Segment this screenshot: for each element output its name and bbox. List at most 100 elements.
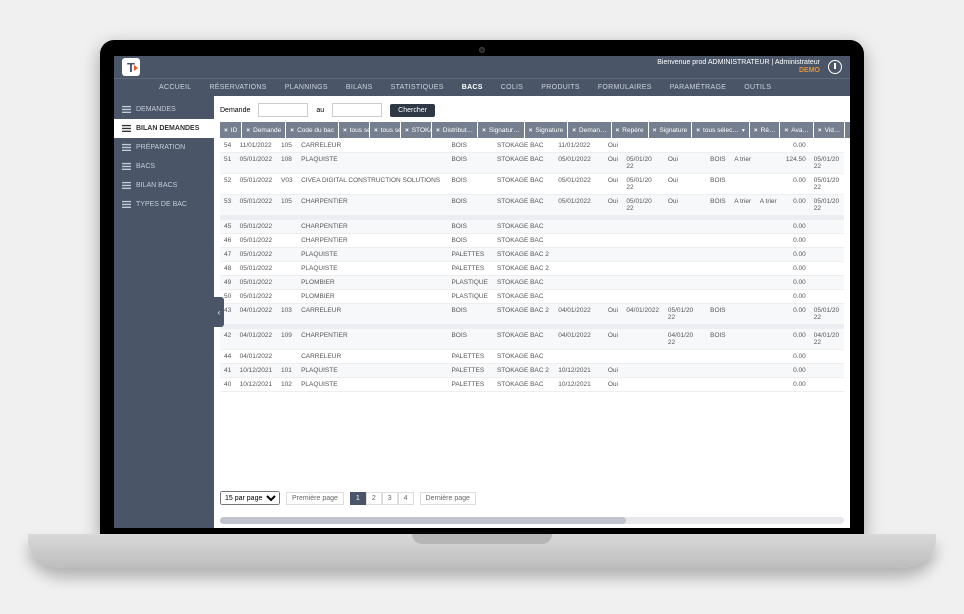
close-icon[interactable]: × — [343, 127, 347, 134]
cell-vdate — [810, 248, 844, 262]
filter-r[interactable]: ×Ré… — [750, 122, 780, 138]
close-icon[interactable]: × — [290, 127, 294, 134]
menu-paramétrage[interactable]: PARAMÉTRAGE — [661, 84, 735, 91]
app-logo[interactable]: T — [122, 58, 140, 76]
cell-id: 46 — [220, 234, 236, 248]
cell-vdate — [810, 350, 844, 364]
table-row[interactable]: 5305/01/2022105CHARPENTIERBOISSTOKAGE BA… — [220, 195, 844, 216]
date-from-input[interactable] — [258, 103, 308, 117]
first-page[interactable]: Première page — [286, 492, 344, 505]
table-row[interactable]: 5105/01/2022108PLAQUISTEBOISSTOKAGE BAC0… — [220, 153, 844, 174]
cell-p: 0.00 — [781, 304, 810, 325]
filter-codedubac[interactable]: ×Code du bac — [286, 122, 338, 138]
menu-formulaires[interactable]: FORMULAIRES — [589, 84, 661, 91]
filter-ava[interactable]: ×Ava… — [780, 122, 812, 138]
close-icon[interactable]: × — [482, 127, 486, 134]
cell-s1 — [596, 290, 604, 304]
filter-demande[interactable]: ×Demande — [242, 122, 285, 138]
close-icon[interactable]: × — [818, 127, 822, 134]
cell-id: 52 — [220, 174, 236, 195]
menu-bilans[interactable]: BILANS — [337, 84, 382, 91]
menu-colis[interactable]: COLIS — [492, 84, 533, 91]
filter-distribut[interactable]: ×Distribut… — [432, 122, 477, 138]
close-icon[interactable]: × — [436, 127, 440, 134]
cell-av — [730, 378, 756, 392]
menu-plannings[interactable]: PLANNINGS — [276, 84, 337, 91]
menu-réservations[interactable]: RÉSERVATIONS — [200, 84, 275, 91]
close-icon[interactable]: × — [374, 127, 378, 134]
home-icon[interactable] — [826, 82, 844, 94]
sidebar-item-bilan-bacs[interactable]: BILAN BACS — [114, 176, 214, 195]
sidebar-collapse-handle[interactable]: ‹ — [214, 297, 224, 327]
close-icon[interactable]: × — [405, 127, 409, 134]
filter-tousslectionns[interactable]: ×tous sélectionnés… — [370, 122, 400, 138]
filter-vid[interactable]: ×Vid… — [814, 122, 845, 138]
search-sep: au — [316, 107, 324, 114]
topbar: T Bienvenue prod ADMINISTRATEUR | Admini… — [114, 56, 850, 78]
close-icon[interactable]: × — [784, 127, 788, 134]
table-row[interactable]: 4204/01/2022109CHARPENTIERBOISSTOKAGE BA… — [220, 329, 844, 350]
menu-statistiques[interactable]: STATISTIQUES — [382, 84, 453, 91]
filter-tousslectionns[interactable]: ×tous sélectionnés… — [339, 122, 369, 138]
horizontal-scrollbar[interactable] — [220, 517, 844, 524]
close-icon[interactable]: × — [616, 127, 620, 134]
filter-signatur[interactable]: ×Signatur… — [478, 122, 524, 138]
table-row[interactable]: 4304/01/2022103CARRELEURBOISSTOKAGE BAC … — [220, 304, 844, 325]
filter-stokagebacst[interactable]: ×STOKAGE BAC, ST… — [401, 122, 431, 138]
close-icon[interactable]: × — [849, 127, 850, 134]
sidebar-item-demandes[interactable]: DEMANDES — [114, 100, 214, 119]
close-icon[interactable]: × — [696, 127, 700, 134]
power-icon[interactable] — [828, 60, 842, 74]
close-icon[interactable]: × — [754, 127, 758, 134]
filter-a[interactable]: ×A… — [845, 122, 850, 138]
last-page[interactable]: Dernière page — [420, 492, 476, 505]
list-icon — [122, 105, 131, 114]
cell-mat: PALETTES — [447, 364, 493, 378]
table-row[interactable]: 4605/01/2022CHARPENTIERBOISSTOKAGE BAC0.… — [220, 234, 844, 248]
cell-oui1: Oui — [604, 378, 623, 392]
sidebar-item-bilan-demandes[interactable]: BILAN DEMANDES — [114, 119, 214, 138]
menu-bacs[interactable]: BACS — [453, 84, 492, 91]
close-icon[interactable]: × — [653, 127, 657, 134]
filter-repre[interactable]: ×Repère — [612, 122, 648, 138]
table-row[interactable]: 4805/01/2022PLAQUISTEPALETTESSTOKAGE BAC… — [220, 262, 844, 276]
cell-p: 0.00 — [781, 364, 810, 378]
close-icon[interactable]: × — [224, 127, 228, 134]
sidebar-item-préparation[interactable]: PRÉPARATION — [114, 138, 214, 157]
table-row[interactable]: 5005/01/2022PLOMBIERPLASTIQUESTOKAGE BAC… — [220, 290, 844, 304]
page-1[interactable]: 1 — [350, 492, 366, 505]
page-size-select[interactable]: 15 par page — [220, 491, 280, 505]
filter-signature[interactable]: ×Signature — [525, 122, 568, 138]
sidebar-item-bacs[interactable]: BACS — [114, 157, 214, 176]
table-row[interactable]: 4705/01/2022PLAQUISTEPALETTESSTOKAGE BAC… — [220, 248, 844, 262]
table-wrap[interactable]: 5411/01/2022105CARRELEURBOISSTOKAGE BAC1… — [220, 139, 844, 483]
table-row[interactable]: 4905/01/2022PLOMBIERPLASTIQUESTOKAGE BAC… — [220, 276, 844, 290]
filter-deman[interactable]: ×Deman… — [568, 122, 610, 138]
menu-produits[interactable]: PRODUITS — [532, 84, 589, 91]
menu-outils[interactable]: OUTILS — [735, 84, 780, 91]
table-row[interactable]: 5411/01/2022105CARRELEURBOISSTOKAGE BAC1… — [220, 139, 844, 153]
cell-ent: PLAQUISTE — [297, 248, 447, 262]
cell-dist: 04/01/2022 — [554, 304, 595, 325]
close-icon[interactable]: × — [529, 127, 533, 134]
table-row[interactable]: 4404/01/2022CARRELEURPALETTESSTOKAGE BAC… — [220, 350, 844, 364]
page-3[interactable]: 3 — [382, 492, 398, 505]
filter-id[interactable]: ×ID — [220, 122, 241, 138]
cell-bac: STOKAGE BAC — [493, 220, 554, 234]
filter-tousslec[interactable]: ×tous sélec… — [692, 122, 749, 138]
page-2[interactable]: 2 — [366, 492, 382, 505]
date-to-input[interactable] — [332, 103, 382, 117]
table-row[interactable]: 4110/12/2021101PLAQUISTEPALETTESSTOKAGE … — [220, 364, 844, 378]
close-icon[interactable]: × — [246, 127, 250, 134]
page-4[interactable]: 4 — [398, 492, 414, 505]
cell-code: V03 — [277, 174, 297, 195]
cell-bac: STOKAGE BAC — [493, 174, 554, 195]
table-row[interactable]: 5205/01/2022V03CIVEA DIGITAL CONSTRUCTIO… — [220, 174, 844, 195]
table-row[interactable]: 4505/01/2022CHARPENTIERBOISSTOKAGE BAC0.… — [220, 220, 844, 234]
menu-accueil[interactable]: ACCUEIL — [150, 84, 200, 91]
search-button[interactable]: Chercher — [390, 104, 435, 117]
table-row[interactable]: 4010/12/2021102PLAQUISTEPALETTESSTOKAGE … — [220, 378, 844, 392]
close-icon[interactable]: × — [572, 127, 576, 134]
filter-signature[interactable]: ×Signature — [649, 122, 692, 138]
sidebar-item-types-de-bac[interactable]: TYPES DE BAC — [114, 195, 214, 214]
